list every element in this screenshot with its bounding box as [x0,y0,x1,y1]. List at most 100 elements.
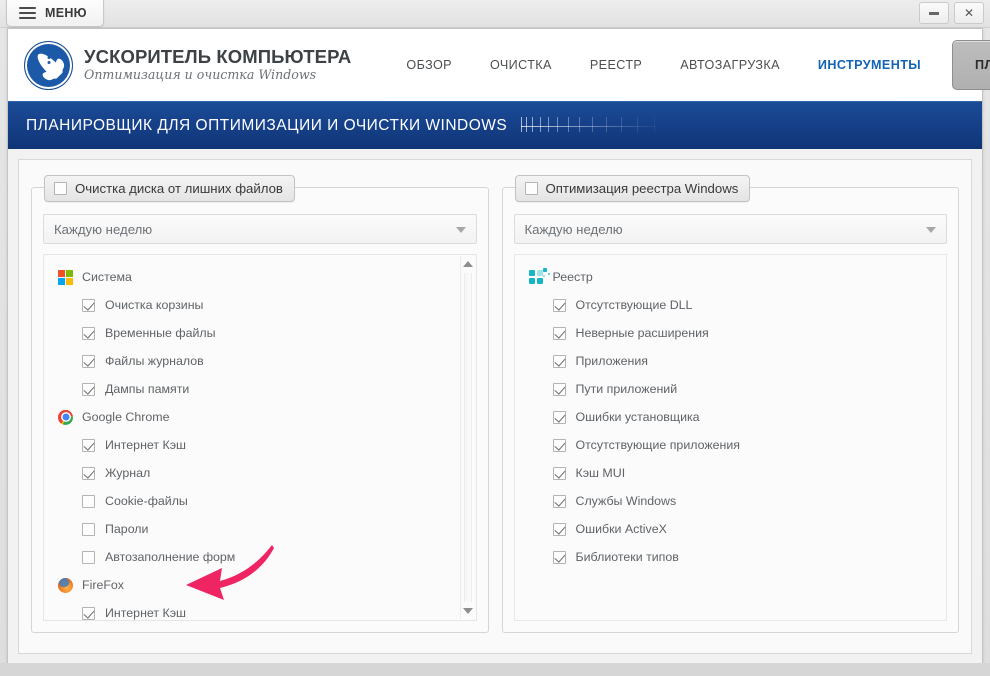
list-item-checkbox[interactable] [82,355,95,368]
list-item-checkbox[interactable] [553,299,566,312]
window-controls: ✕ [919,2,984,24]
scroll-down-icon[interactable] [463,608,473,614]
scroll-up-icon[interactable] [463,261,473,267]
list-item[interactable]: Очистка корзины [44,291,476,319]
brand-subtitle: Оптимизация и очистка Windows [84,69,351,82]
nav-button-scheduler[interactable]: ПЛАНИРОВЩИК [952,40,990,90]
list-item-label: Дампы памяти [105,382,189,396]
application-window: МЕНЮ ✕ УСКОРИТЕЛЬ КОМПЬЮТЕРА Оптимизация… [0,0,990,676]
list-item-checkbox[interactable] [553,383,566,396]
list-item-checkbox[interactable] [82,327,95,340]
list-item[interactable]: Интернет Кэш [44,431,476,459]
list-item-checkbox[interactable] [82,383,95,396]
list-item[interactable]: Пароли [44,515,476,543]
list-item[interactable]: Приложения [515,347,947,375]
brand: УСКОРИТЕЛЬ КОМПЬЮТЕРА Оптимизация и очис… [24,41,351,90]
nav-item-tools[interactable]: ИНСТРУМЕНТЫ [799,58,940,72]
list-item-checkbox[interactable] [82,523,95,536]
list-item[interactable]: Автозаполнение форм [44,543,476,571]
list-item[interactable]: Службы Windows [515,487,947,515]
list-item-label: Временные файлы [105,326,216,340]
disk-cleanup-scrollbar[interactable] [460,256,475,619]
app-header: УСКОРИТЕЛЬ КОМПЬЮТЕРА Оптимизация и очис… [8,29,982,101]
rocket-logo-icon [24,41,73,90]
nav-item-overview[interactable]: ОБЗОР [387,58,471,72]
list-item-label: Журнал [105,466,150,480]
list-item-checkbox[interactable] [82,299,95,312]
list-item-label: Пути приложений [576,382,678,396]
list-item[interactable]: Пути приложений [515,375,947,403]
list-item-checkbox[interactable] [553,523,566,536]
disk-cleanup-schedule-dropdown[interactable]: Каждую неделю [43,214,477,244]
list-item[interactable]: Временные файлы [44,319,476,347]
brand-title: УСКОРИТЕЛЬ КОМПЬЮТЕРА [84,48,351,67]
list-group-label: Реестр [553,270,593,284]
list-item[interactable]: Дампы памяти [44,375,476,403]
panels-container: Очистка диска от лишних файлов Каждую не… [18,159,972,654]
nav-item-cleanup[interactable]: ОЧИСТКА [471,58,571,72]
disk-cleanup-legend[interactable]: Очистка диска от лишних файлов [44,175,295,202]
list-item-label: Ошибки ActiveX [576,522,667,536]
list-item-checkbox[interactable] [553,355,566,368]
list-item-label: Неверные расширения [576,326,709,340]
list-item-label: Службы Windows [576,494,677,508]
title-bar: МЕНЮ ✕ [0,0,990,28]
menu-button[interactable]: МЕНЮ [6,0,104,27]
list-item-checkbox[interactable] [82,467,95,480]
list-item-checkbox[interactable] [553,327,566,340]
list-item[interactable]: Cookie-файлы [44,487,476,515]
list-item[interactable]: Ошибки ActiveX [515,515,947,543]
minimize-icon [929,12,939,15]
list-item[interactable]: Неверные расширения [515,319,947,347]
list-item[interactable]: Файлы журналов [44,347,476,375]
list-item[interactable]: Интернет Кэш [44,599,476,621]
list-item-checkbox[interactable] [82,439,95,452]
registry-legend-label: Оптимизация реестра Windows [546,181,739,196]
registry-legend[interactable]: Оптимизация реестра Windows [515,175,751,202]
list-item-label: Отсутствующие DLL [576,298,693,312]
list-item-label: Интернет Кэш [105,438,186,452]
disk-cleanup-legend-label: Очистка диска от лишних файлов [75,181,283,196]
registry-schedule-dropdown[interactable]: Каждую неделю [514,214,948,244]
list-item-checkbox[interactable] [553,551,566,564]
list-item[interactable]: Журнал [44,459,476,487]
page-title: ПЛАНИРОВЩИК ДЛЯ ОПТИМИЗАЦИИ И ОЧИСТКИ WI… [26,117,507,135]
nav-item-startup[interactable]: АВТОЗАГРУЗКА [661,58,799,72]
nav-item-registry[interactable]: РЕЕСТР [571,58,661,72]
list-item-checkbox[interactable] [553,411,566,424]
list-item[interactable]: Отсутствующие приложения [515,431,947,459]
scrollbar-track[interactable] [464,273,472,602]
registry-schedule-value: Каждую неделю [525,222,623,237]
list-item-label: Ошибки установщика [576,410,700,424]
window-bottom-strip [0,663,990,676]
windows-logo-icon [58,270,73,285]
list-group-label: Google Chrome [82,410,169,424]
banner-decoration-icon [521,117,661,135]
list-item-checkbox[interactable] [82,495,95,508]
list-item[interactable]: Ошибки установщика [515,403,947,431]
minimize-button[interactable] [919,2,949,24]
list-item-checkbox[interactable] [553,467,566,480]
list-group: Google Chrome [44,403,476,431]
registry-enable-checkbox[interactable] [525,182,538,195]
disk-cleanup-schedule-value: Каждую неделю [54,222,152,237]
close-button[interactable]: ✕ [954,2,984,24]
list-item-label: Файлы журналов [105,354,204,368]
firefox-logo-icon [58,578,73,593]
list-group-label: FireFox [82,578,124,592]
app-content-window: УСКОРИТЕЛЬ КОМПЬЮТЕРА Оптимизация и очис… [7,28,983,663]
list-group: Система [44,263,476,291]
list-item-label: Пароли [105,522,148,536]
registry-icon [529,270,544,285]
list-item-label: Интернет Кэш [105,606,186,620]
list-item-checkbox[interactable] [553,495,566,508]
list-item[interactable]: Кэш MUI [515,459,947,487]
list-item-checkbox[interactable] [553,439,566,452]
list-item[interactable]: Отсутствующие DLL [515,291,947,319]
chevron-down-icon [926,227,936,233]
registry-optimization-panel: Оптимизация реестра Windows Каждую недел… [502,174,960,641]
list-item[interactable]: Библиотеки типов [515,543,947,571]
list-item-checkbox[interactable] [82,551,95,564]
disk-cleanup-enable-checkbox[interactable] [54,182,67,195]
list-item-checkbox[interactable] [82,607,95,620]
